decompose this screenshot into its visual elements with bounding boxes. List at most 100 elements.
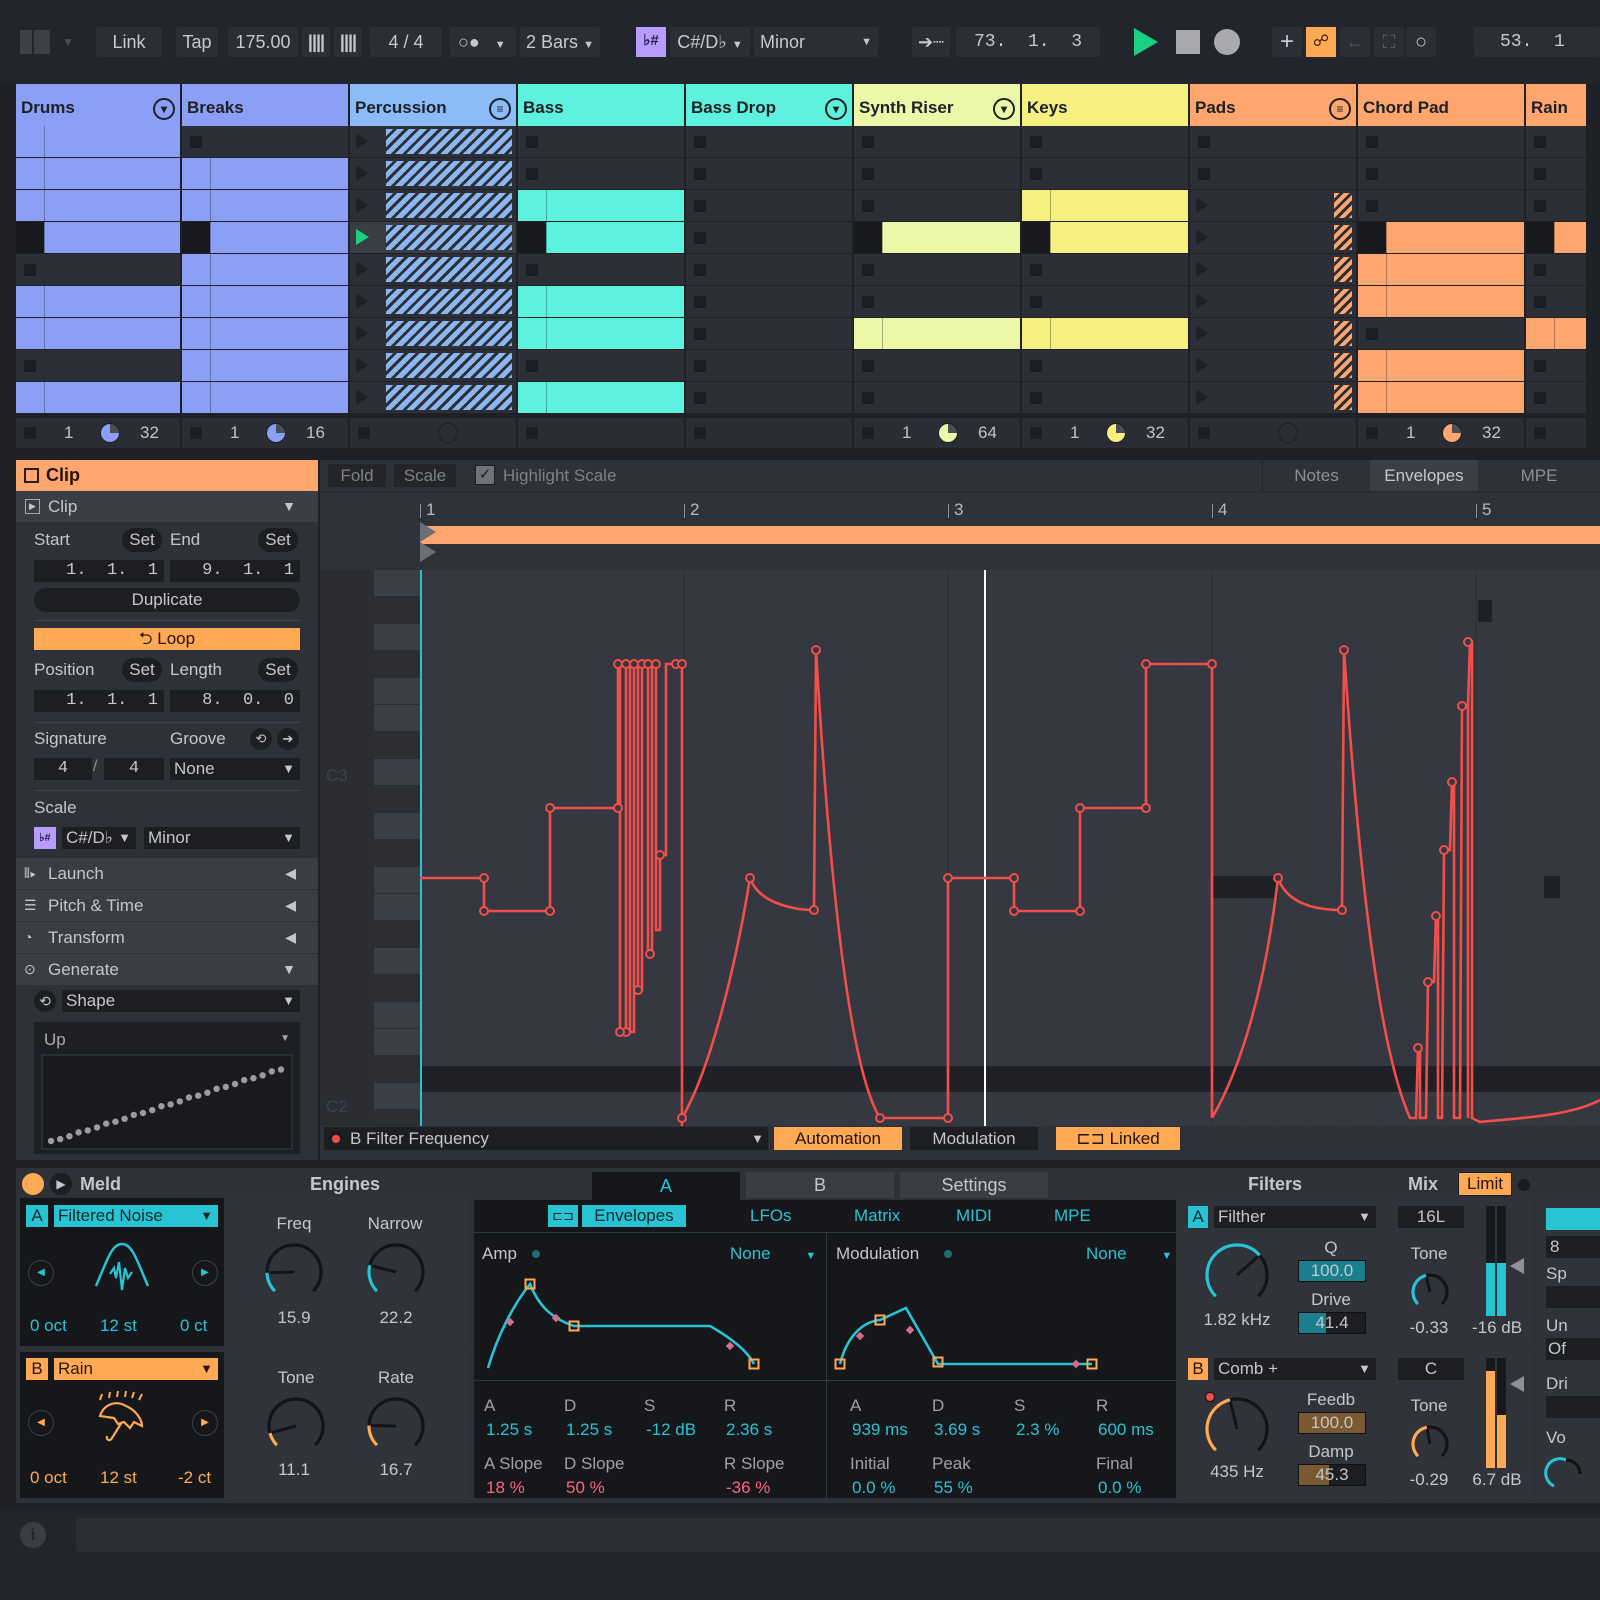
clip-slot[interactable]	[350, 382, 516, 413]
track-header[interactable]: Synth Riser ▾	[854, 84, 1020, 126]
stop-slot-icon[interactable]	[694, 328, 706, 340]
shape-graph[interactable]	[41, 1054, 293, 1150]
clip[interactable]	[182, 286, 348, 317]
clip-slot[interactable]	[518, 158, 684, 189]
filter-a-q-slider[interactable]: 100.0	[1298, 1260, 1366, 1282]
stop-all-icon[interactable]	[24, 427, 36, 439]
group-launch-icon[interactable]	[1196, 293, 1209, 309]
clip-slot[interactable]	[518, 350, 684, 381]
follow-button[interactable]: ➔┈	[912, 27, 950, 57]
signature-numerator[interactable]: 4	[34, 758, 92, 780]
position-field[interactable]: 1. 1. 1	[34, 690, 164, 712]
stop-slot-icon[interactable]	[1366, 328, 1378, 340]
stop-slot-icon[interactable]	[1534, 136, 1546, 148]
add-icon[interactable]: +	[1272, 27, 1302, 57]
position-set-button[interactable]: Set	[122, 658, 162, 682]
group-fold-icon[interactable]: ▾	[825, 98, 847, 120]
piano-key[interactable]	[374, 867, 420, 893]
clip-slot[interactable]	[182, 190, 348, 221]
voices-field[interactable]: 8	[1546, 1236, 1600, 1258]
stop-slot-icon[interactable]	[1534, 392, 1546, 404]
filter-b-type-dropdown[interactable]: Comb + ▼	[1214, 1358, 1376, 1380]
breakpoint[interactable]	[1273, 873, 1283, 883]
breakpoint[interactable]	[643, 659, 653, 669]
mix-a-level-handle-icon[interactable]	[1510, 1258, 1524, 1274]
rate-knob[interactable]	[364, 1394, 428, 1458]
piano-key[interactable]	[374, 975, 420, 1001]
filter-a-drive-slider[interactable]: 41.4	[1298, 1312, 1366, 1334]
clip-body[interactable]	[546, 318, 684, 349]
piano-key[interactable]	[374, 678, 420, 704]
scale-mode-dropdown[interactable]: Minor ▼	[754, 27, 878, 57]
amp-env-target-dropdown[interactable]: None ▼	[730, 1244, 816, 1264]
breakpoint[interactable]	[1463, 637, 1473, 647]
track-dial-icon[interactable]	[938, 423, 958, 443]
envelope-curve-handle[interactable]	[1071, 1359, 1081, 1369]
breakpoint[interactable]	[1141, 659, 1151, 669]
clip-slot[interactable]	[1526, 382, 1586, 413]
engine-b-type-dropdown[interactable]: Rain ▼	[54, 1358, 218, 1380]
breakpoint[interactable]	[1413, 1043, 1423, 1053]
piano-key[interactable]	[374, 624, 420, 650]
engine-b-next-button[interactable]: ▶	[192, 1410, 218, 1436]
piano-key[interactable]	[374, 786, 420, 812]
clip-color-swatch[interactable]	[24, 468, 39, 483]
track-dial-icon[interactable]	[1442, 423, 1462, 443]
clip-slot[interactable]	[1022, 350, 1188, 381]
mix-a-level-meter[interactable]	[1486, 1206, 1506, 1316]
stop-slot-icon[interactable]	[1366, 136, 1378, 148]
stop-slot-icon[interactable]	[526, 168, 538, 180]
group-launch-icon[interactable]	[1196, 325, 1209, 341]
clip-slot[interactable]	[854, 126, 1020, 157]
filter-a-type-dropdown[interactable]: Filther ▼	[1214, 1206, 1376, 1228]
clip-slot[interactable]	[686, 222, 852, 253]
clip-slot[interactable]	[686, 126, 852, 157]
clip[interactable]	[182, 382, 348, 413]
clip[interactable]	[16, 126, 180, 157]
highlight-scale-checkbox[interactable]: ✓	[475, 465, 495, 485]
clip-slot[interactable]	[1358, 382, 1524, 413]
breakpoint[interactable]	[677, 659, 687, 669]
group-launch-icon[interactable]	[356, 261, 369, 277]
group-launch-icon[interactable]	[1196, 197, 1209, 213]
breakpoint[interactable]	[677, 1113, 687, 1123]
track-header[interactable]: Bass Drop ▾	[686, 84, 852, 126]
clip-body[interactable]	[210, 222, 348, 253]
clip-slot[interactable]	[686, 286, 852, 317]
clip-slot[interactable]	[518, 126, 684, 157]
piano-key[interactable]	[374, 651, 420, 677]
mix-b-pan-field[interactable]: C	[1398, 1358, 1464, 1380]
track-header[interactable]: Pads ≡	[1190, 84, 1356, 126]
engine-b-cents[interactable]: -2 ct	[178, 1468, 211, 1488]
stop-slot-icon[interactable]	[1366, 200, 1378, 212]
filter-b-freq-knob[interactable]	[1202, 1394, 1272, 1464]
clip-slot[interactable]	[182, 254, 348, 285]
unison-dropdown[interactable]: Of	[1546, 1338, 1600, 1360]
metronome-toggle[interactable]: ○● ▼	[450, 27, 516, 57]
stop-slot-icon[interactable]	[694, 296, 706, 308]
clip-slot[interactable]	[182, 126, 348, 157]
clip-body[interactable]	[1554, 222, 1586, 253]
clip-slot[interactable]	[1022, 190, 1188, 221]
engine-a-cents[interactable]: 0 ct	[180, 1316, 207, 1336]
clip-body[interactable]	[210, 382, 348, 413]
generator-dropdown[interactable]: Shape ▼	[62, 990, 300, 1012]
clip-body[interactable]	[44, 286, 180, 317]
clip-slot[interactable]	[16, 222, 180, 253]
narrow-knob[interactable]	[364, 1240, 428, 1304]
clip-slot[interactable]	[1358, 350, 1524, 381]
breakpoint[interactable]	[545, 803, 555, 813]
clip-slot[interactable]	[1190, 222, 1356, 253]
track-header[interactable]: Chord Pad	[1358, 84, 1524, 126]
clip-slot[interactable]	[1022, 158, 1188, 189]
breakpoint[interactable]	[651, 659, 661, 669]
clip-slot[interactable]	[1526, 190, 1586, 221]
group-launch-icon[interactable]	[356, 389, 369, 405]
stop-slot-icon[interactable]	[1198, 168, 1210, 180]
clip-scale-root-dropdown[interactable]: C#/D♭ ▼	[62, 827, 136, 849]
back-to-arrangement-icon[interactable]: ←	[1340, 27, 1370, 57]
mod-envelope-graph[interactable]	[826, 1264, 1176, 1380]
stop-slot-icon[interactable]	[862, 392, 874, 404]
stop-slot-icon[interactable]	[526, 360, 538, 372]
engine-a-semitone[interactable]: 12 st	[100, 1316, 137, 1336]
